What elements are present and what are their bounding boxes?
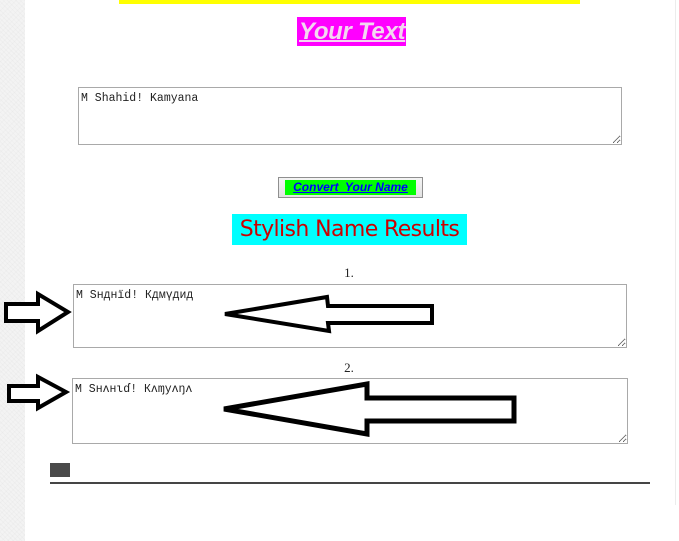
result-number: 2. [344,360,354,375]
page-background-strip [0,0,25,541]
convert-name-button[interactable]: Convert Your Name [278,177,423,198]
result-output-1[interactable]: M Sнднïd! Кдмүдид [73,284,627,348]
results-heading: Stylish Name Results [232,214,467,245]
header-banner [119,0,580,4]
name-input[interactable]: M Shahid! Kamyana [78,87,622,145]
footer-divider [50,482,650,484]
footer-block [50,463,70,477]
result-number: 1. [344,265,354,280]
content-border [675,0,676,505]
result-output-2[interactable]: M Sнʌнιɗ! Кʌɱуʌŋʌ [72,378,628,444]
convert-name-button-label: Convert Your Name [285,180,416,195]
your-text-heading: Your Text [297,17,407,46]
